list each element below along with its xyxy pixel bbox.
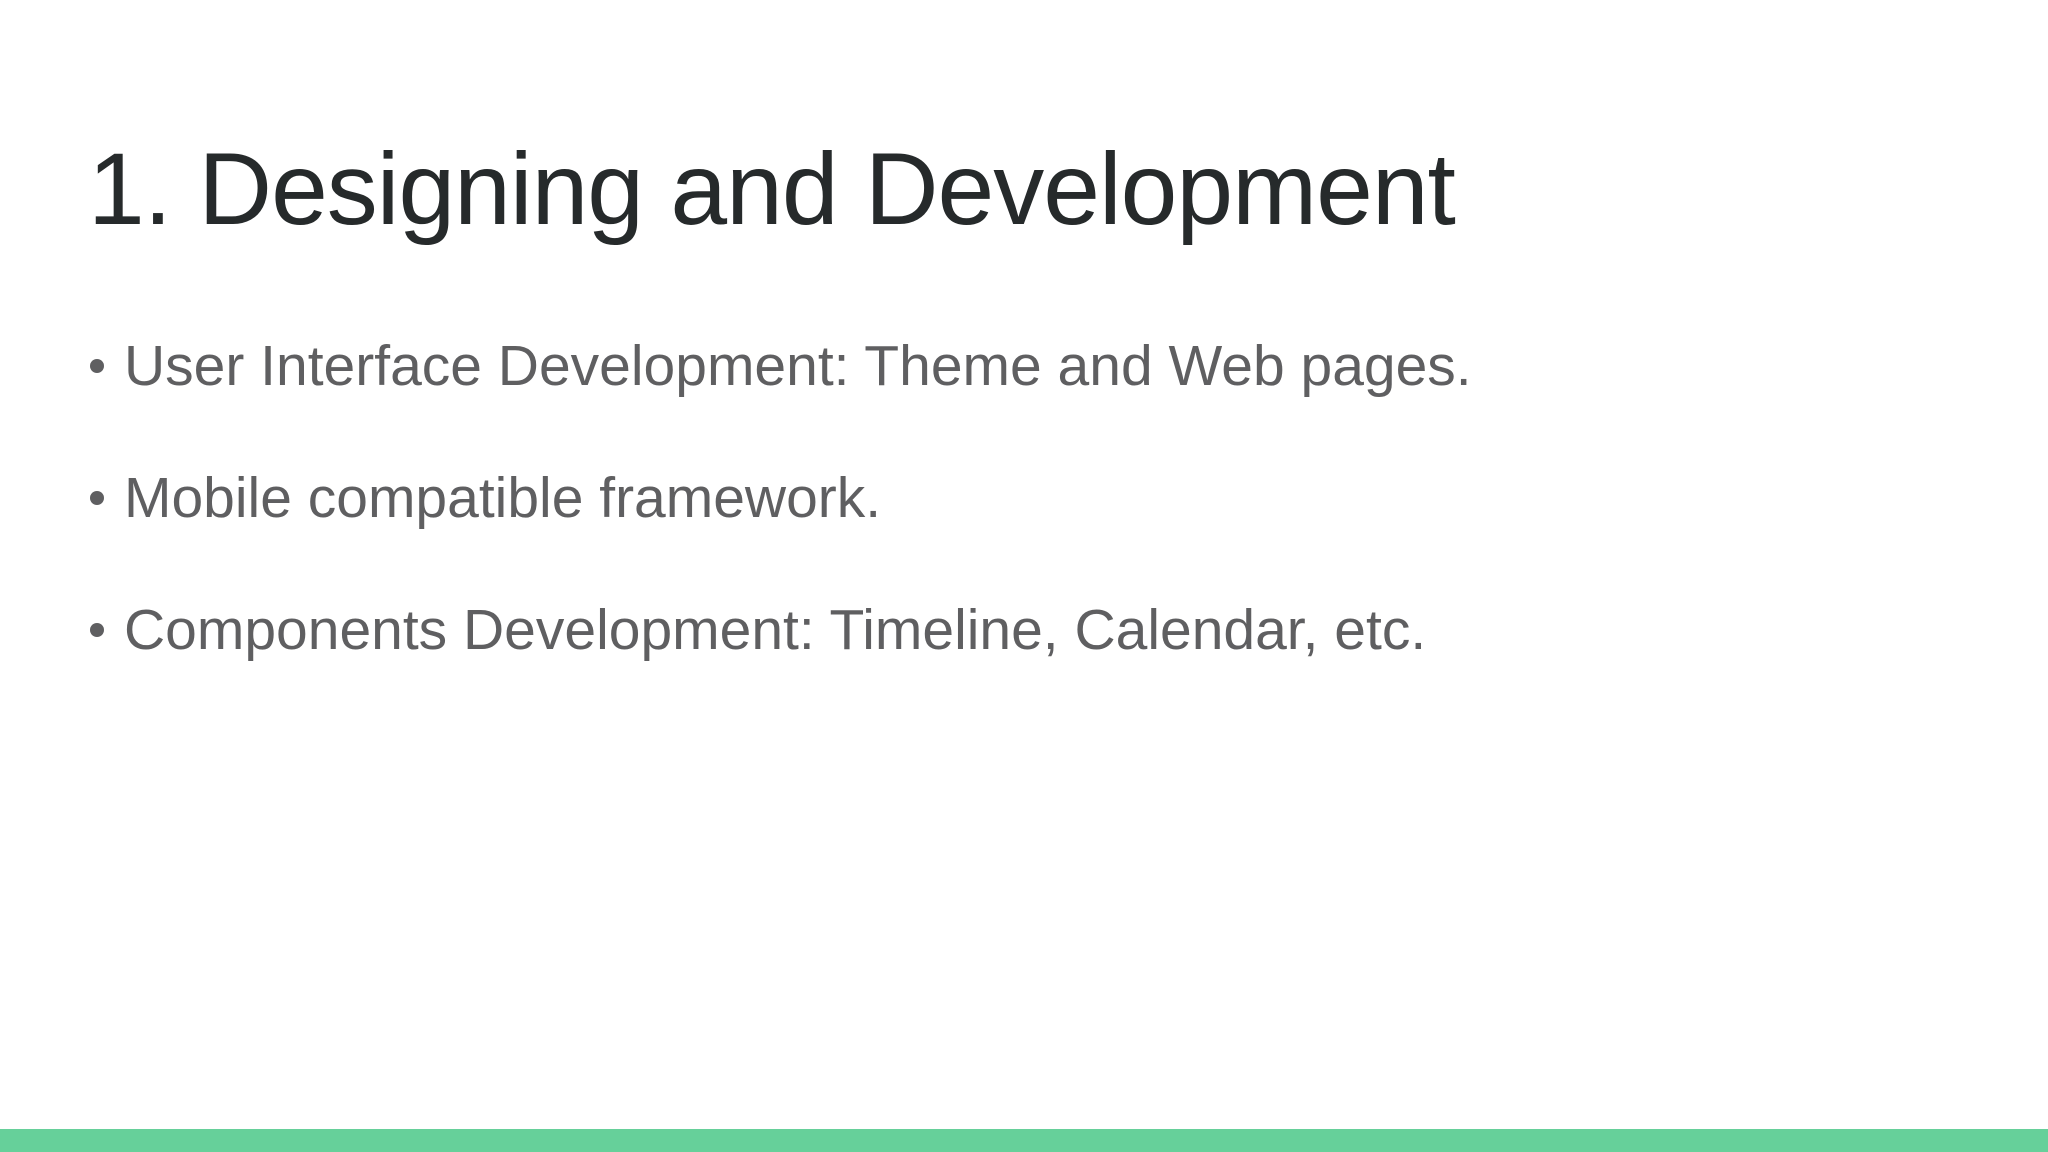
accent-bar: [0, 1129, 2048, 1152]
bullet-dot-icon: [90, 623, 104, 637]
bullet-item: Mobile compatible framework.: [90, 466, 1472, 530]
bullet-text: User Interface Development: Theme and We…: [124, 334, 1472, 398]
slide: 1. Designing and Development User Interf…: [0, 0, 2048, 1152]
bullet-dot-icon: [90, 359, 104, 373]
bullet-text: Mobile compatible framework.: [124, 466, 882, 530]
bullet-text: Components Development: Timeline, Calend…: [124, 598, 1427, 662]
slide-title: 1. Designing and Development: [88, 132, 1456, 246]
bullet-dot-icon: [90, 491, 104, 505]
bullet-item: User Interface Development: Theme and We…: [90, 334, 1472, 398]
bullet-list: User Interface Development: Theme and We…: [90, 334, 1472, 730]
bullet-item: Components Development: Timeline, Calend…: [90, 598, 1472, 662]
